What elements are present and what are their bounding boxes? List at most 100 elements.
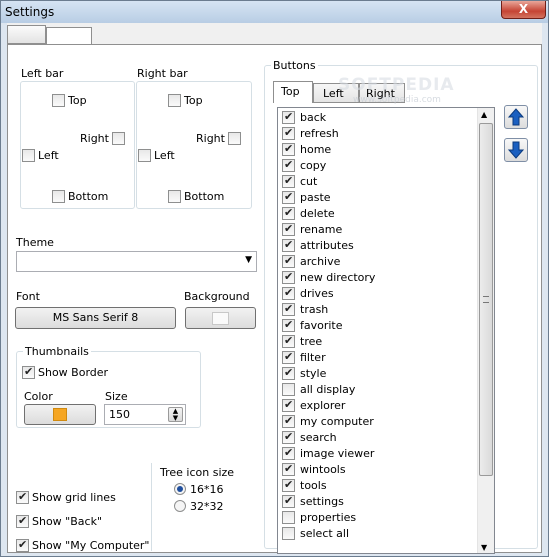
- client-area: Left bar Top Right Left Bottom Right bar…: [7, 23, 542, 554]
- show-grid-lines-label: Show grid lines: [32, 491, 116, 504]
- list-item-label: trash: [300, 303, 329, 316]
- left-bar-top-label: Top: [68, 94, 87, 107]
- right-bar-left-label: Left: [154, 149, 175, 162]
- scroll-up-icon[interactable]: ▲: [481, 110, 487, 119]
- font-label: Font: [16, 290, 40, 303]
- list-item-checkbox[interactable]: [282, 254, 295, 268]
- right-bar-right-checkbox[interactable]: [228, 132, 241, 145]
- list-item-checkbox[interactable]: [282, 462, 295, 476]
- scrollbar[interactable]: ▲ ▼: [477, 108, 494, 553]
- scroll-down-icon[interactable]: ▼: [481, 543, 487, 552]
- list-item-checkbox[interactable]: [282, 318, 295, 332]
- list-item-checkbox[interactable]: [282, 398, 295, 412]
- left-bar-top-checkbox[interactable]: [52, 94, 65, 107]
- buttons-checklist[interactable]: back refresh home copy cut paste delete rename a…: [277, 107, 495, 554]
- list-item-label: archive: [300, 255, 341, 268]
- list-item-checkbox[interactable]: [282, 478, 295, 492]
- list-item-checkbox[interactable]: [282, 430, 295, 444]
- list-item-checkbox[interactable]: [282, 158, 295, 172]
- background-label: Background: [184, 290, 250, 303]
- list-item-checkbox[interactable]: [282, 270, 295, 284]
- list-item-checkbox[interactable]: [282, 446, 295, 460]
- list-item-checkbox[interactable]: [282, 174, 295, 188]
- title-bar[interactable]: Settings X: [1, 1, 548, 23]
- show-grid-lines-checkbox[interactable]: [16, 490, 29, 504]
- show-my-computer-label: Show "My Computer": [32, 539, 150, 552]
- list-item-label: select all: [300, 527, 350, 540]
- list-item-checkbox[interactable]: [282, 494, 295, 508]
- tree-icon-32-label: 32*32: [190, 500, 224, 513]
- left-bar-left-label: Left: [38, 149, 59, 162]
- tree-icon-32-radio[interactable]: [174, 500, 186, 512]
- list-item-checkbox[interactable]: [282, 383, 295, 396]
- tab-top[interactable]: Top: [273, 81, 313, 103]
- right-bar-label: Right bar: [137, 67, 188, 80]
- watermark-url: www.softpedia.com: [353, 95, 441, 105]
- thumbnails-label: Thumbnails: [23, 345, 91, 358]
- buttons-label: Buttons: [271, 59, 318, 72]
- close-button[interactable]: X: [501, 1, 546, 19]
- color-button[interactable]: [24, 404, 96, 425]
- list-item-label: properties: [300, 511, 357, 524]
- list-item-checkbox[interactable]: [282, 302, 295, 316]
- show-my-computer-checkbox[interactable]: [16, 538, 29, 552]
- tab-secondary[interactable]: [46, 27, 92, 45]
- list-item-label: home: [300, 143, 332, 156]
- size-label: Size: [105, 390, 128, 403]
- size-spinner[interactable]: 150 ▲ ▼: [104, 404, 186, 425]
- spin-arrows-icon[interactable]: ▲ ▼: [168, 407, 183, 422]
- left-bar-right-checkbox[interactable]: [112, 132, 125, 145]
- tree-icon-size-label: Tree icon size: [160, 466, 235, 479]
- list-item-checkbox[interactable]: [282, 206, 295, 220]
- list-item-checkbox[interactable]: [282, 110, 295, 124]
- list-item-checkbox[interactable]: [282, 190, 295, 204]
- move-down-button[interactable]: [504, 138, 528, 162]
- list-item-checkbox[interactable]: [282, 126, 295, 140]
- list-item-checkbox[interactable]: [282, 286, 295, 300]
- arrow-up-icon: [507, 108, 525, 126]
- list-item-checkbox[interactable]: [282, 142, 295, 156]
- list-item-label: all display: [300, 383, 356, 396]
- background-swatch: [212, 312, 229, 325]
- right-bar-left-checkbox[interactable]: [138, 149, 151, 162]
- move-up-button[interactable]: [504, 105, 528, 129]
- list-item-label: favorite: [300, 319, 343, 332]
- list-item-checkbox[interactable]: [282, 222, 295, 236]
- list-item-label: back: [300, 111, 327, 124]
- list-item-checkbox[interactable]: [282, 527, 295, 540]
- show-border-label: Show Border: [38, 366, 109, 379]
- right-bar-bottom-checkbox[interactable]: [168, 190, 181, 203]
- left-bar-left-checkbox[interactable]: [22, 149, 35, 162]
- color-label: Color: [24, 390, 53, 403]
- list-item-label: attributes: [300, 239, 354, 252]
- list-item-label: cut: [300, 175, 318, 188]
- tree-icon-16-radio[interactable]: [174, 483, 186, 495]
- list-item-label: delete: [300, 207, 335, 220]
- list-item-label: copy: [300, 159, 327, 172]
- list-item-label: refresh: [300, 127, 339, 140]
- left-bar-bottom-checkbox[interactable]: [52, 190, 65, 203]
- list-item-label: wintools: [300, 463, 346, 476]
- font-button[interactable]: MS Sans Serif 8: [15, 307, 176, 329]
- list-item-checkbox[interactable]: [282, 350, 295, 364]
- background-button[interactable]: [185, 307, 256, 329]
- list-item-checkbox[interactable]: [282, 511, 295, 524]
- watermark-brand: SOFTPEDIA: [338, 75, 455, 95]
- theme-select[interactable]: ▼: [16, 251, 257, 272]
- list-item-checkbox[interactable]: [282, 334, 295, 348]
- settings-window: Settings X Left bar Top Right Left Botto…: [0, 0, 549, 557]
- list-item-label: tree: [300, 335, 323, 348]
- list-item-checkbox[interactable]: [282, 414, 295, 428]
- size-value: 150: [109, 408, 130, 421]
- list-item-label: search: [300, 431, 337, 444]
- tab-general[interactable]: [7, 25, 46, 44]
- scroll-thumb[interactable]: [479, 123, 493, 476]
- list-item-label: settings: [300, 495, 344, 508]
- list-item-checkbox[interactable]: [282, 366, 295, 380]
- right-bar-top-label: Top: [184, 94, 203, 107]
- show-back-checkbox[interactable]: [16, 514, 29, 528]
- right-bar-top-checkbox[interactable]: [168, 94, 181, 107]
- list-item-checkbox[interactable]: [282, 238, 295, 252]
- show-border-checkbox[interactable]: [22, 365, 35, 379]
- chevron-down-icon: ▼: [245, 255, 252, 265]
